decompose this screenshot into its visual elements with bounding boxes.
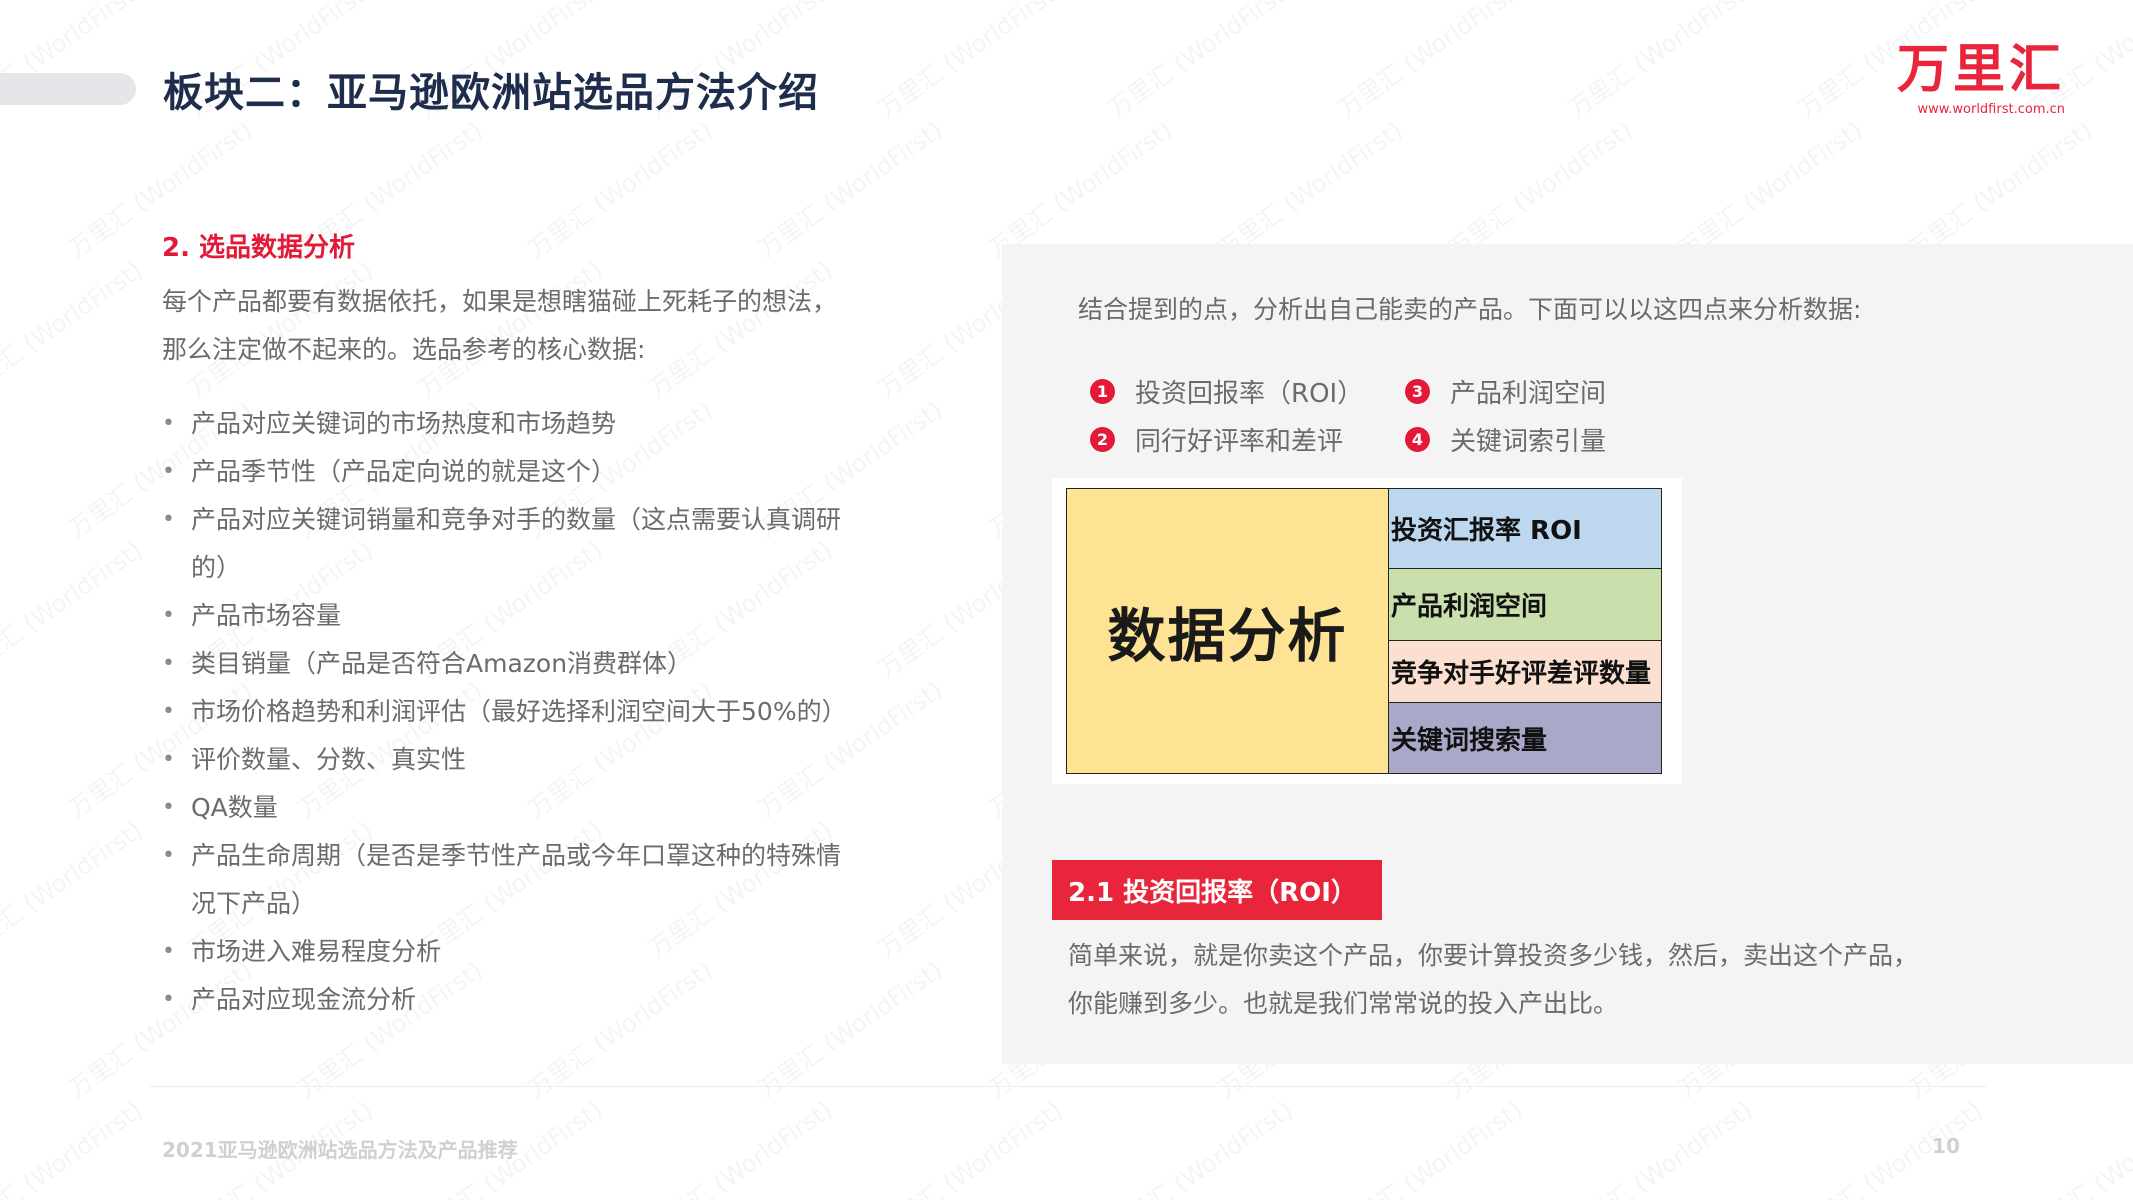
list-item: • QA数量 [162,784,852,832]
number-badge-icon: 1 [1090,378,1115,404]
bullet-dot-icon: • [162,507,175,532]
watermark-mark: 万里汇 (WorldFirst) [1100,0,1298,124]
watermark-mark: 万里汇 (WorldFirst) [1330,0,1528,124]
watermark-mark: 万里汇 (WorldFirst) [0,251,148,405]
watermark-mark: 万里汇 (WorldFirst) [640,1091,838,1200]
watermark-mark: 万里汇 (WorldFirst) [870,0,1068,124]
watermark-mark: 万里汇 (WorldFirst) [870,1091,1068,1200]
watermark-mark: 万里汇 (WorldFirst) [750,111,948,265]
footer-title: 2021亚马逊欧洲站选品方法及产品推荐 [162,1138,518,1162]
list-item: • 产品市场容量 [162,592,852,640]
watermark-mark: 万里汇 (WorldFirst) [1670,111,1868,265]
watermark-mark: 万里汇 (WorldFirst) [1560,1091,1758,1200]
diagram-row-reviews: 竞争对手好评差评数量 [1389,641,1661,703]
watermark-mark: 万里汇 (WorldFirst) [0,0,148,124]
list-item: • 产品对应关键词的市场热度和市场趋势 [162,400,852,448]
list-item: • 产品对应关键词销量和竞争对手的数量（这点需要认真调研的） [162,496,852,592]
analysis-points: 1 投资回报率（ROI） 3 产品利润空间 2 同行好评率和差评 4 关键词索引量 [1090,372,1690,458]
analysis-point: 4 关键词索引量 [1405,420,1705,458]
list-item: • 市场进入难易程度分析 [162,928,852,976]
watermark-mark: 万里汇 (WorldFirst) [1100,1091,1298,1200]
watermark-mark: 万里汇 (WorldFirst) [2020,1091,2133,1200]
analysis-point: 1 投资回报率（ROI） [1090,372,1405,410]
analysis-point: 3 产品利润空间 [1405,372,1705,410]
diagram-row-keywords: 关键词搜索量 [1389,703,1661,773]
number-badge-icon: 4 [1405,426,1430,452]
watermark-mark: 万里汇 (WorldFirst) [1900,111,2098,265]
bullet-dot-icon: • [162,987,175,1012]
watermark-mark: 万里汇 (WorldFirst) [1560,0,1758,124]
bullet-dot-icon: • [162,651,175,676]
watermark-mark: 万里汇 (WorldFirst) [0,1091,148,1200]
bullet-dot-icon: • [162,939,175,964]
number-badge-icon: 2 [1090,426,1115,452]
diagram-row-profit: 产品利润空间 [1389,569,1661,641]
bullet-dot-icon: • [162,699,175,724]
bullet-dot-icon: • [162,603,175,628]
roi-description: 简单来说，就是你卖这个产品，你要计算投资多少钱，然后，卖出这个产品，你能赚到多少… [1068,941,1919,1018]
list-item: • 评价数量、分数、真实性 [162,736,852,784]
watermark-mark: 万里汇 (WorldFirst) [1440,111,1638,265]
bullet-dot-icon: • [162,843,175,868]
list-item: • 类目销量（产品是否符合Amazon消费群体） [162,640,852,688]
bullet-dot-icon: • [162,459,175,484]
watermark-mark: 万里汇 (WorldFirst) [0,811,148,965]
watermark-mark: 万里汇 (WorldFirst) [520,111,718,265]
bullet-dot-icon: • [162,411,175,436]
watermark-mark: 万里汇 (WorldFirst) [0,531,148,685]
watermark-mark: 万里汇 (WorldFirst) [980,111,1178,265]
section-title: 2. 选品数据分析 [162,233,356,263]
page-number: 10 [1932,1134,1960,1158]
intro-paragraph: 每个产品都要有数据依托，如果是想瞎猫碰上死耗子的想法，那么注定做不起来的。选品参… [162,287,838,364]
diagram-main-block: 数据分析 [1067,489,1389,773]
number-badge-icon: 3 [1405,378,1430,404]
brand-logo: 万里汇 www.worldfirst.com.cn [1897,40,2065,117]
watermark-mark: 万里汇 (WorldFirst) [1330,1091,1528,1200]
list-item: • 产品对应现金流分析 [162,976,852,1024]
list-item: • 产品生命周期（是否是季节性产品或今年口罩这种的特殊情况下产品） [162,832,852,928]
core-data-list: • 产品对应关键词的市场热度和市场趋势 • 产品季节性（产品定向说的就是这个） • 产… [162,400,852,1024]
diagram-stack: 投资汇报率 ROI 产品利润空间 竞争对手好评差评数量 关键词搜索量 [1389,489,1661,773]
right-intro: 结合提到的点，分析出自己能卖的产品。下面可以以这四点来分析数据: [1078,295,1862,324]
diagram-frame: 数据分析 投资汇报率 ROI 产品利润空间 竞争对手好评差评数量 关键词搜索量 [1066,488,1662,774]
watermark-mark: 万里汇 (WorldFirst) [2130,111,2133,265]
bullet-dot-icon: • [162,747,175,772]
watermark-mark: 万里汇 (WorldFirst) [1210,111,1408,265]
footer-divider [150,1086,1986,1087]
bullet-dot-icon: • [162,795,175,820]
roi-subheader: 2.1 投资回报率（ROI） [1052,860,1382,920]
logo-mark: 万里汇 [1896,40,2065,100]
list-item: • 市场价格趋势和利润评估（最好选择利润空间大于50%的） [162,688,852,736]
analysis-point: 2 同行好评率和差评 [1090,420,1405,458]
list-item: • 产品季节性（产品定向说的就是这个） [162,448,852,496]
data-analysis-diagram: 数据分析 投资汇报率 ROI 产品利润空间 竞争对手好评差评数量 关键词搜索量 [1052,478,1682,784]
decorative-pill [0,73,136,105]
diagram-row-roi: 投资汇报率 ROI [1389,489,1661,569]
logo-url: www.worldfirst.com.cn [1917,102,2065,117]
page-title: 板块二：亚马逊欧洲站选品方法介绍 [163,70,819,116]
